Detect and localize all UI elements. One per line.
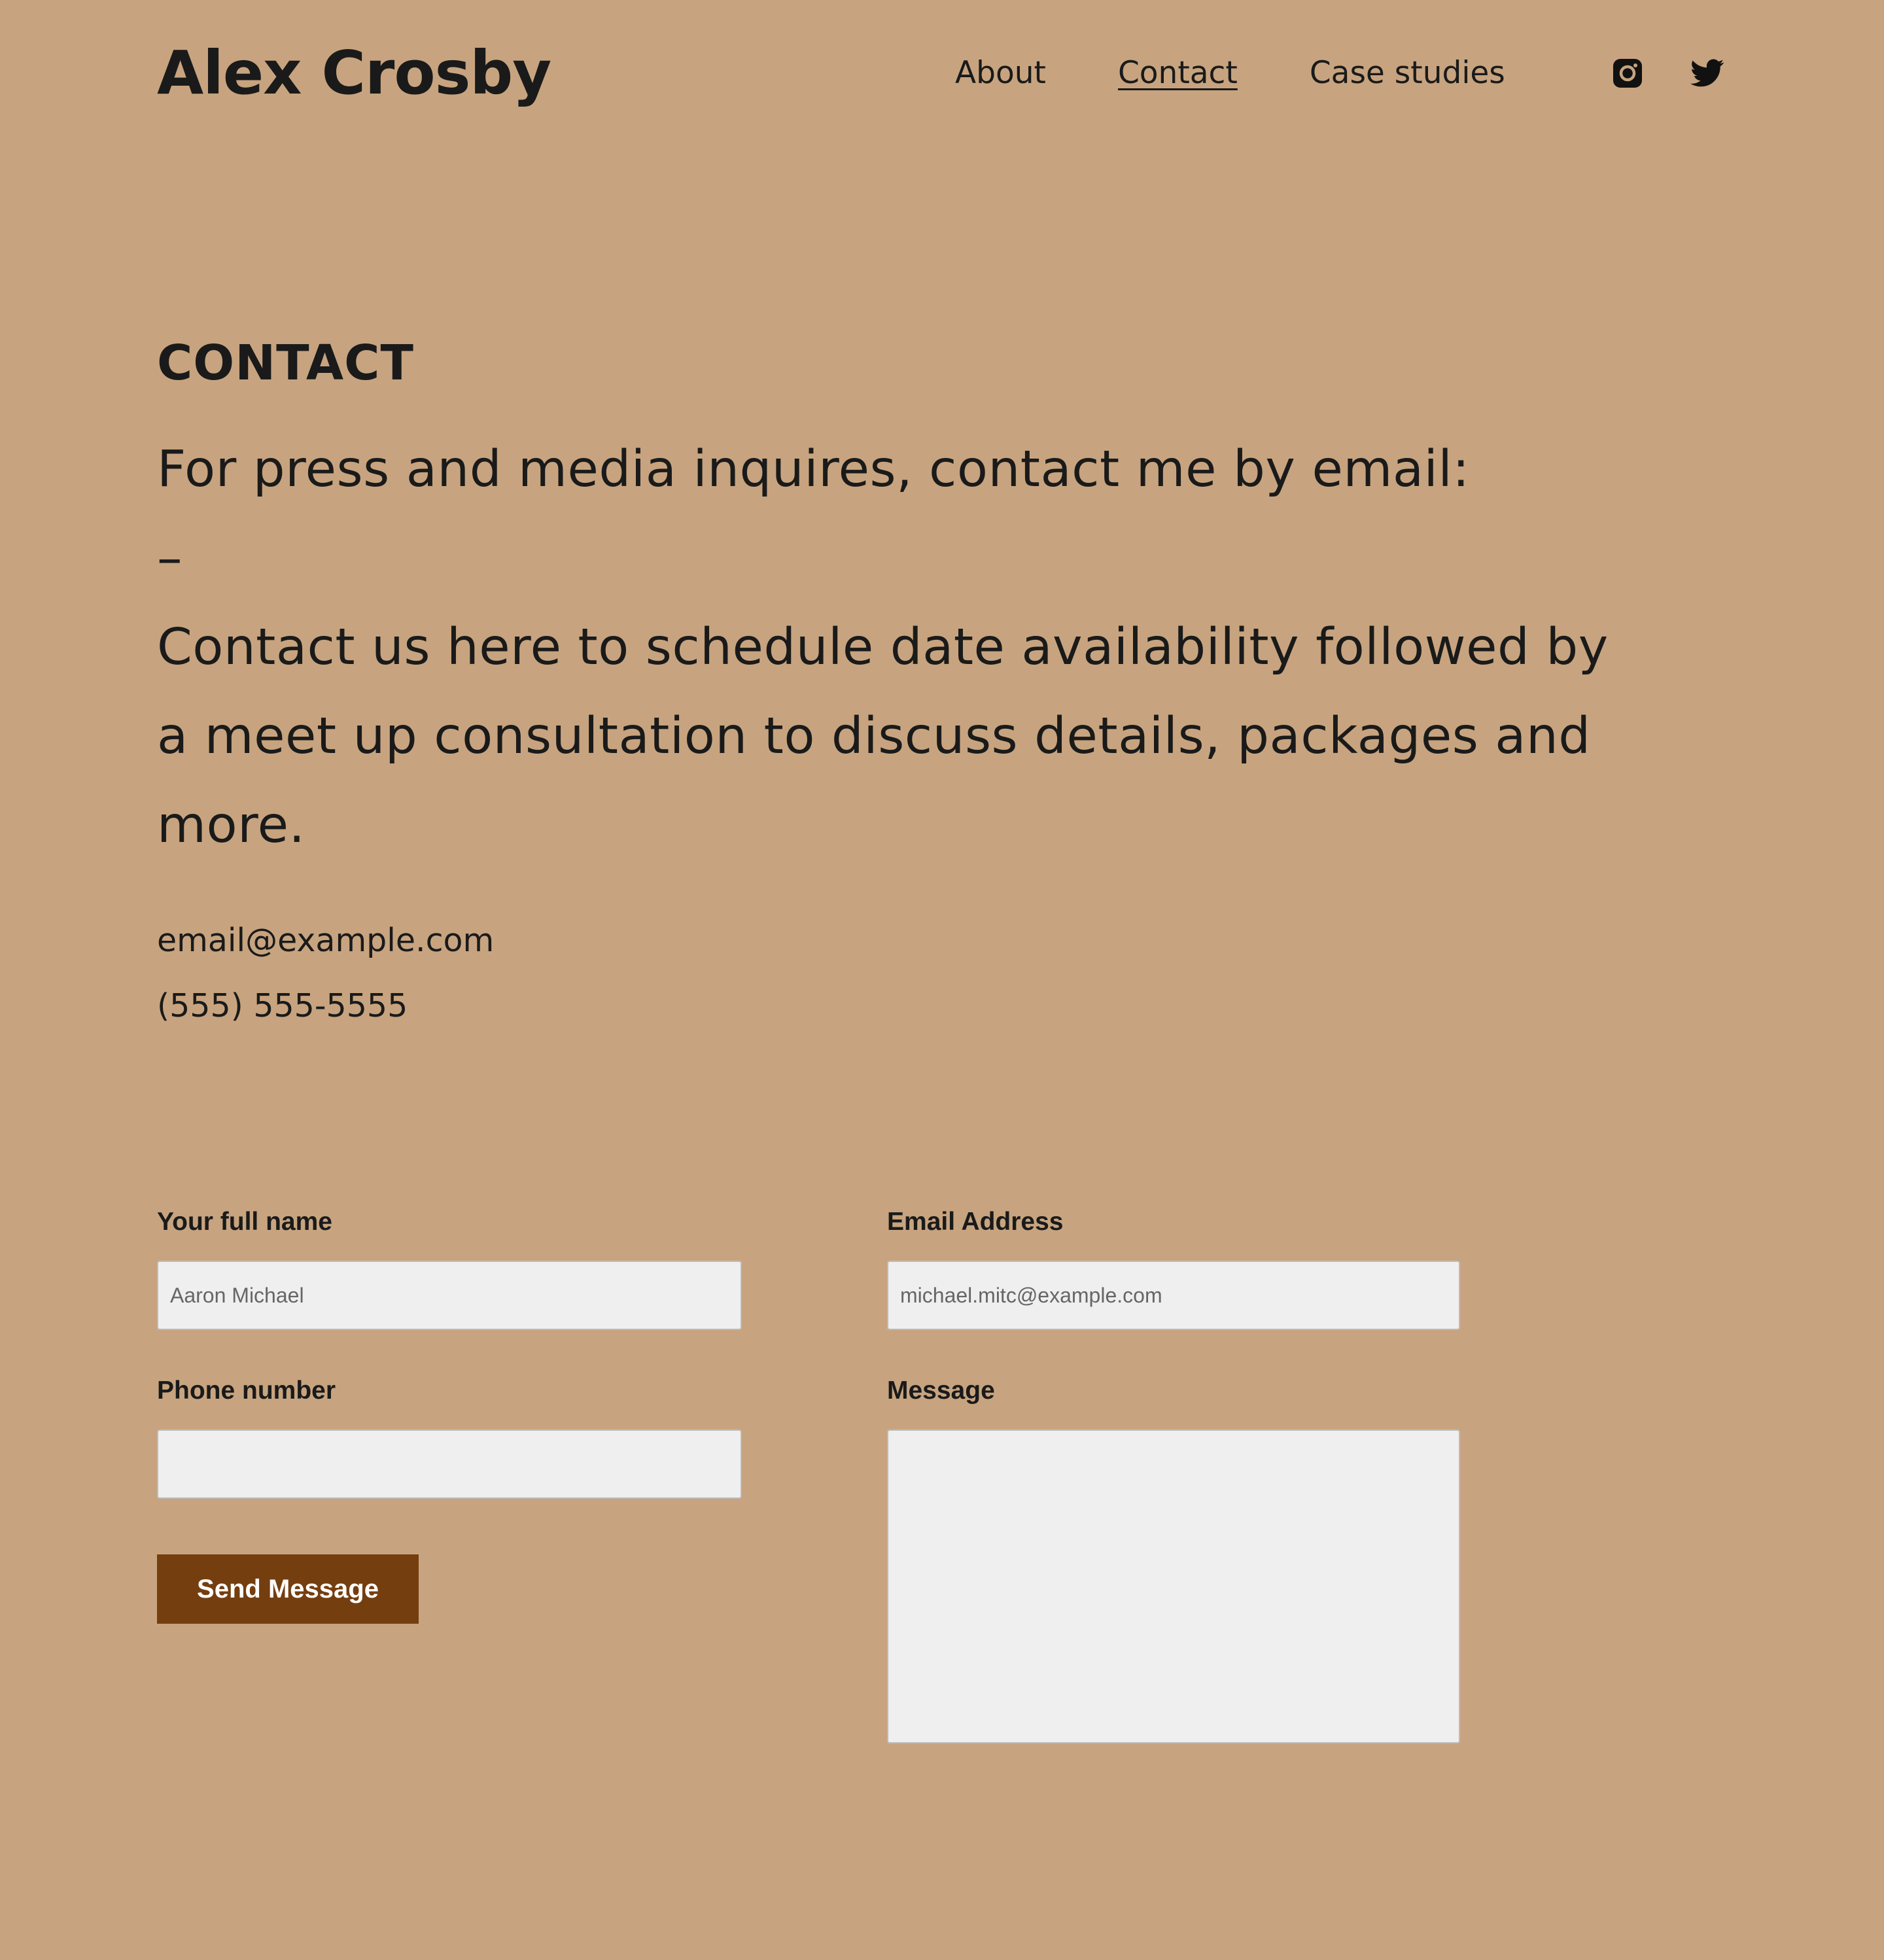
contact-phone[interactable]: (555) 555-5555 xyxy=(157,973,1727,1039)
message-textarea[interactable] xyxy=(887,1429,1460,1743)
email-label: Email Address xyxy=(887,1208,1064,1236)
site-header: Alex Crosby About Contact Case studies xyxy=(0,0,1884,150)
twitter-icon[interactable] xyxy=(1688,54,1727,93)
nav-item-case-studies[interactable]: Case studies xyxy=(1310,52,1505,94)
separator-dash: – xyxy=(157,529,183,587)
email-address-input[interactable]: michael.mitc@example.com xyxy=(887,1261,1460,1330)
full-name-placeholder: Aaron Michael xyxy=(170,1283,304,1307)
send-message-button[interactable]: Send Message xyxy=(157,1554,419,1624)
contact-form: Your full name Aaron Michael Email Addre… xyxy=(157,1204,1465,1766)
contact-section: CONTACT For press and media inquires, co… xyxy=(157,327,1727,1039)
contact-intro: For press and media inquires, contact me… xyxy=(157,425,1622,870)
phone-number-input[interactable] xyxy=(157,1429,742,1499)
page-heading: CONTACT xyxy=(157,335,414,391)
press-inquiry-text: For press and media inquires, contact me… xyxy=(157,440,1470,499)
main-nav: About Contact Case studies xyxy=(955,52,1577,94)
contact-email[interactable]: email@example.com xyxy=(157,908,1727,973)
schedule-text: Contact us here to schedule date availab… xyxy=(157,618,1609,854)
site-title[interactable]: Alex Crosby xyxy=(157,34,551,113)
message-label: Message xyxy=(887,1376,995,1405)
email-address-placeholder: michael.mitc@example.com xyxy=(900,1283,1162,1307)
nav-item-contact[interactable]: Contact xyxy=(1118,52,1238,94)
contact-info: email@example.com (555) 555-5555 xyxy=(157,908,1727,1039)
full-name-input[interactable]: Aaron Michael xyxy=(157,1261,742,1330)
name-label: Your full name xyxy=(157,1208,332,1236)
instagram-icon[interactable] xyxy=(1608,54,1647,93)
nav-item-about[interactable]: About xyxy=(955,52,1046,94)
phone-label: Phone number xyxy=(157,1376,336,1405)
